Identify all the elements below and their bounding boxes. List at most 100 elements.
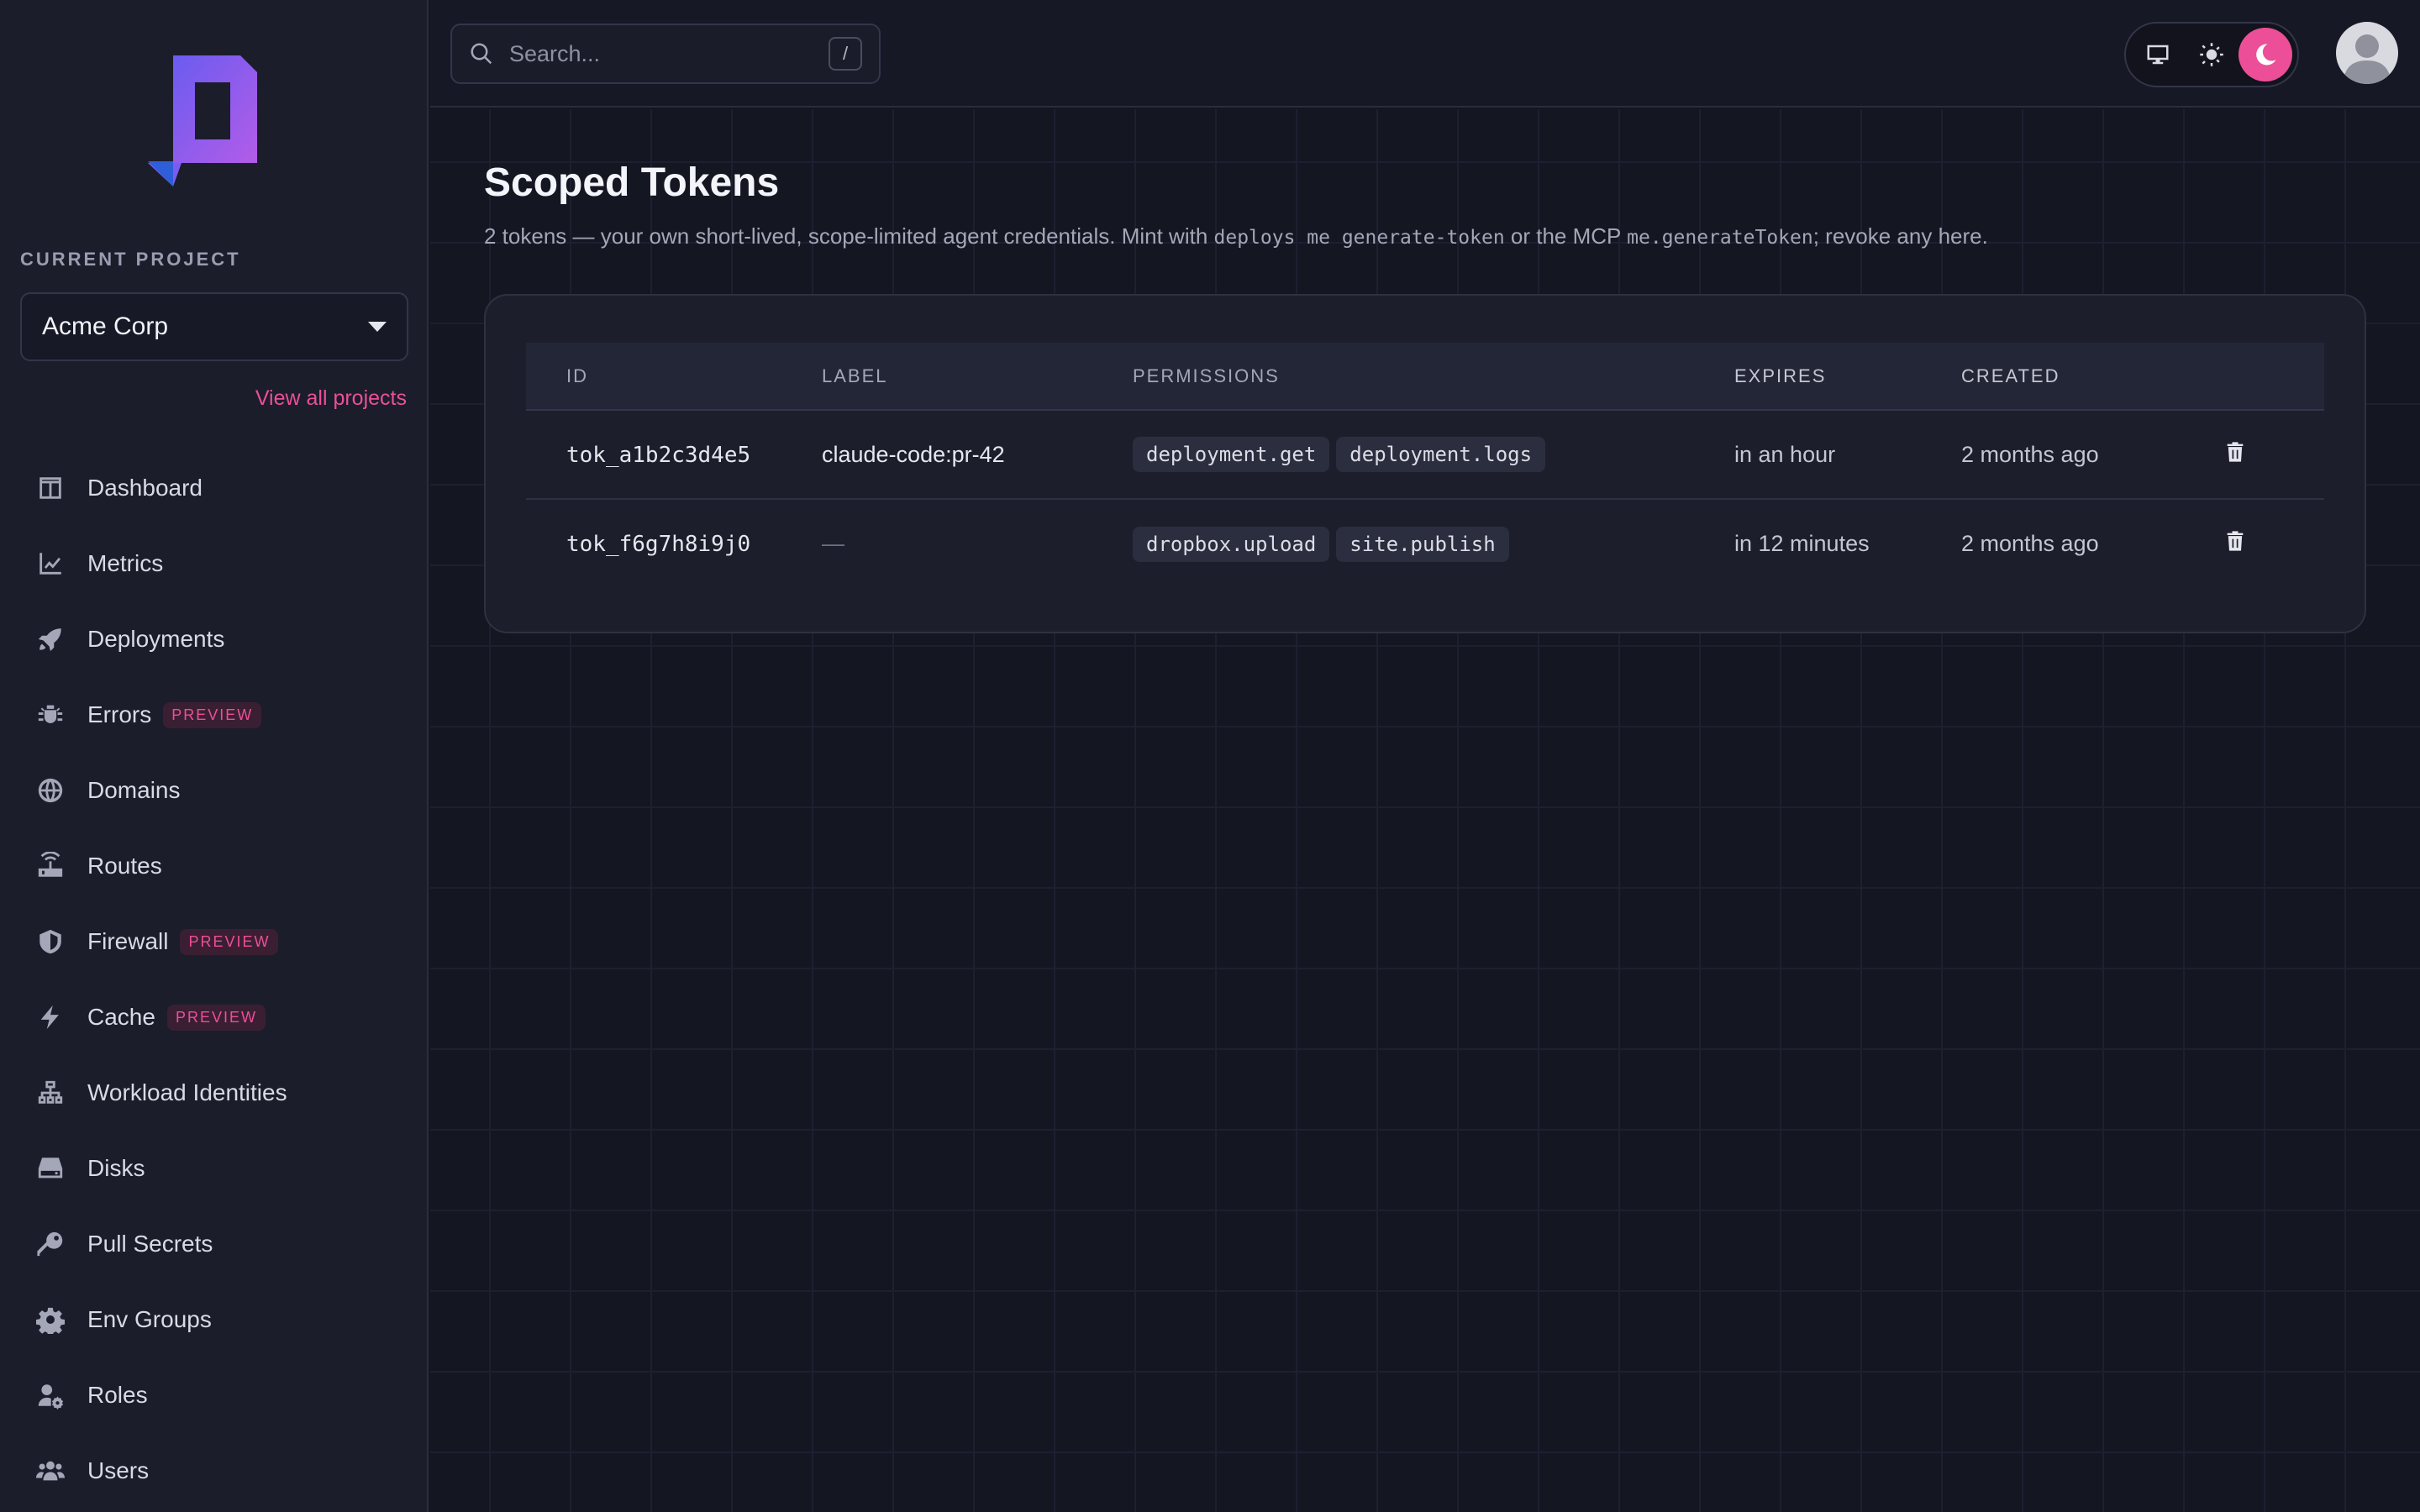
bolt-icon xyxy=(35,1002,66,1032)
sidebar-item-metrics[interactable]: Metrics xyxy=(0,526,429,601)
token-id: tok_f6g7h8i9j0 xyxy=(566,532,751,557)
sidebar-item-label: Pull Secrets xyxy=(87,1231,213,1257)
token-created: 2 months ago xyxy=(1961,441,2099,467)
column-header-expires: EXPIRES xyxy=(1734,343,1961,411)
router-icon xyxy=(35,851,66,881)
sidebar-item-errors[interactable]: Errors PREVIEW xyxy=(0,677,429,753)
user-avatar[interactable] xyxy=(2336,22,2398,84)
column-header-permissions: PERMISSIONS xyxy=(1133,343,1734,411)
dashboard-icon xyxy=(35,473,66,503)
token-expires: in an hour xyxy=(1734,441,1836,467)
permission-chip: deployment.logs xyxy=(1336,437,1546,472)
project-select[interactable]: Acme Corp xyxy=(20,292,408,361)
table-row: tok_f6g7h8i9j0 — dropbox.upload site.publ… xyxy=(526,499,2324,588)
project-name: Acme Corp xyxy=(42,312,169,340)
view-all-projects-link[interactable]: View all projects xyxy=(255,386,407,411)
token-expires: in 12 minutes xyxy=(1734,531,1870,556)
desktop-icon xyxy=(2147,45,2169,65)
chart-line-icon xyxy=(35,549,66,579)
key-icon xyxy=(35,1229,66,1259)
preview-badge: PREVIEW xyxy=(163,701,262,728)
token-label: — xyxy=(822,531,844,556)
main-content: Scoped Tokens 2 tokens — your own short-… xyxy=(430,109,2420,1512)
subtitle-command: deploys me generate-token xyxy=(1213,227,1505,249)
sidebar-item-label: Routes xyxy=(87,853,162,879)
trash-icon xyxy=(2227,531,2244,551)
column-header-actions xyxy=(2223,343,2324,411)
theme-dark-button[interactable] xyxy=(2238,28,2292,81)
sidebar-item-label: Users xyxy=(87,1457,150,1483)
sidebar-nav: Dashboard Metrics Deployments Errors PRE… xyxy=(0,450,429,1509)
sidebar-item-label: Deployments xyxy=(87,626,225,652)
top-bar: Search... / xyxy=(430,0,2420,108)
sidebar-item-roles[interactable]: Roles xyxy=(0,1357,429,1433)
column-header-id: ID xyxy=(526,343,822,411)
theme-light-button[interactable] xyxy=(2185,28,2238,81)
sidebar-item-domains[interactable]: Domains xyxy=(0,753,429,828)
users-icon xyxy=(35,1456,66,1486)
sidebar-item-pull-secrets[interactable]: Pull Secrets xyxy=(0,1206,429,1282)
sidebar-item-cache[interactable]: Cache PREVIEW xyxy=(0,979,429,1055)
page-title: Scoped Tokens xyxy=(484,160,780,205)
preview-badge: PREVIEW xyxy=(166,1004,266,1031)
sidebar-item-label: Disks xyxy=(87,1155,145,1181)
app-logo[interactable] xyxy=(148,54,259,188)
token-id: tok_a1b2c3d4e5 xyxy=(566,442,751,468)
preview-badge: PREVIEW xyxy=(180,928,279,955)
column-header-created: CREATED xyxy=(1961,343,2223,411)
search-icon xyxy=(471,43,492,65)
gear-icon xyxy=(35,1305,66,1335)
sidebar-item-deployments[interactable]: Deployments xyxy=(0,601,429,677)
bug-icon xyxy=(35,700,66,730)
sidebar-item-label: Metrics xyxy=(87,550,164,576)
rocket-icon xyxy=(35,624,66,654)
subtitle-text: ; revoke any here. xyxy=(1812,223,1988,249)
sidebar-item-label: Dashboard xyxy=(87,475,203,501)
table-header-row: ID LABEL PERMISSIONS EXPIRES CREATED xyxy=(526,343,2324,411)
sidebar-item-env-groups[interactable]: Env Groups xyxy=(0,1282,429,1357)
sidebar-item-label: Env Groups xyxy=(87,1306,212,1332)
permission-chip: deployment.get xyxy=(1133,437,1330,472)
sidebar-item-disks[interactable]: Disks xyxy=(0,1131,429,1206)
network-icon xyxy=(35,1078,66,1108)
globe-icon xyxy=(35,775,66,806)
token-created: 2 months ago xyxy=(1961,531,2099,556)
page-subtitle: 2 tokens — your own short-lived, scope-l… xyxy=(484,223,1988,249)
theme-system-button[interactable] xyxy=(2131,28,2185,81)
sidebar: CURRENT PROJECT Acme Corp View all proje… xyxy=(0,0,429,1512)
tokens-table: ID LABEL PERMISSIONS EXPIRES CREATED tok… xyxy=(526,343,2324,588)
shield-icon xyxy=(35,927,66,957)
sidebar-item-users[interactable]: Users xyxy=(0,1433,429,1509)
moon-icon xyxy=(2256,44,2276,66)
sidebar-item-label: Roles xyxy=(87,1382,148,1408)
sidebar-item-label: Domains xyxy=(87,777,181,803)
sidebar-item-dashboard[interactable]: Dashboard xyxy=(0,450,429,526)
sidebar-item-workload-identities[interactable]: Workload Identities xyxy=(0,1055,429,1131)
revoke-token-button[interactable] xyxy=(2223,441,2247,469)
tokens-card: ID LABEL PERMISSIONS EXPIRES CREATED tok… xyxy=(484,294,2366,633)
sidebar-item-label: Firewall xyxy=(87,928,169,954)
hard-drive-icon xyxy=(35,1153,66,1184)
sidebar-item-label: Workload Identities xyxy=(87,1079,287,1105)
subtitle-mcp-method: me.generateToken xyxy=(1627,227,1813,249)
permission-chip: dropbox.upload xyxy=(1133,526,1330,562)
sidebar-item-firewall[interactable]: Firewall PREVIEW xyxy=(0,904,429,979)
revoke-token-button[interactable] xyxy=(2223,531,2247,558)
caret-down-icon xyxy=(368,322,387,332)
sidebar-item-routes[interactable]: Routes xyxy=(0,828,429,904)
subtitle-text: 2 tokens — your own short-lived, scope-l… xyxy=(484,223,1214,249)
search-placeholder: Search... xyxy=(509,40,601,66)
current-project-label: CURRENT PROJECT xyxy=(20,249,241,270)
sidebar-item-label: Cache xyxy=(87,1004,155,1030)
trash-icon xyxy=(2227,441,2244,462)
token-label: claude-code:pr-42 xyxy=(822,441,1005,467)
user-gear-icon xyxy=(35,1380,66,1410)
search-input[interactable]: Search... / xyxy=(450,24,881,84)
subtitle-text: or the MCP xyxy=(1504,223,1628,249)
sidebar-item-label: Errors xyxy=(87,701,152,727)
permission-chip: site.publish xyxy=(1336,526,1509,562)
sun-icon xyxy=(2200,43,2223,66)
search-shortcut-key: / xyxy=(829,37,862,71)
column-header-label: LABEL xyxy=(822,343,1133,411)
table-row: tok_a1b2c3d4e5 claude-code:pr-42 deploym… xyxy=(526,410,2324,500)
